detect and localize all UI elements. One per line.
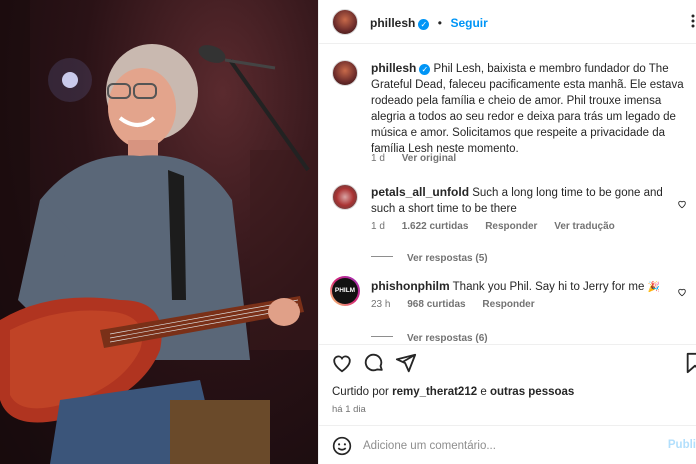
comment-likes[interactable]: 968 curtidas (407, 299, 465, 310)
post-age: há 1 dia (332, 404, 366, 415)
view-replies-label[interactable]: Ver respostas (5) (407, 253, 488, 264)
translate-button[interactable]: Ver tradução (554, 221, 615, 232)
comment-body: petals_all_unfold Such a long long time … (371, 184, 681, 217)
post-caption: phillesh ✓ Phil Lesh, baixista e membro f… (371, 60, 691, 157)
comment-body: phishonphilm Thank you Phil. Say hi to J… (371, 278, 681, 296)
bookmark-icon[interactable] (684, 352, 696, 374)
view-replies[interactable]: Ver respostas (5) (371, 248, 488, 266)
caption-text: Phil Lesh, baixista e membro fundador do… (371, 63, 684, 155)
more-icon[interactable] (690, 14, 696, 28)
replies-line (371, 256, 393, 258)
header-user: phillesh ✓ • Seguir (370, 14, 488, 32)
commenter-avatar[interactable] (332, 184, 358, 210)
see-original-button[interactable]: Ver original (402, 153, 456, 164)
comment-bar: Publi (319, 425, 696, 464)
comment-input[interactable] (363, 436, 653, 456)
commenter-avatar: PHILM (332, 278, 358, 304)
comment-meta: 23 h 968 curtidas Responder (371, 299, 549, 310)
author-avatar[interactable] (332, 9, 358, 35)
header-username[interactable]: phillesh (370, 16, 415, 30)
comment-likes[interactable]: 1.622 curtidas (402, 221, 469, 232)
comment-heart-icon[interactable] (677, 284, 687, 297)
reply-button[interactable]: Responder (482, 299, 534, 310)
post-panel: phillesh ✓ • Seguir phillesh ✓ Phil Lesh, … (319, 0, 696, 464)
publish-button[interactable]: Publi (668, 439, 696, 451)
comment-meta: 1 d 1.622 curtidas Responder Ver traduçã… (371, 221, 629, 232)
caption-username[interactable]: phillesh (371, 61, 416, 75)
emoji-icon[interactable] (332, 436, 352, 456)
comment-heart-icon[interactable] (677, 196, 687, 209)
caption-avatar[interactable] (332, 60, 358, 86)
replies-line (371, 336, 393, 338)
comment-age: 1 d (371, 221, 385, 232)
reply-button[interactable]: Responder (485, 221, 537, 232)
likes-middle: e (480, 386, 487, 398)
comment-username[interactable]: phishonphilm (371, 279, 450, 293)
commenter-avatar-ring[interactable]: PHILM (330, 276, 360, 306)
comment-icon[interactable] (363, 352, 385, 374)
share-icon[interactable] (395, 352, 417, 374)
caption-meta: 1 d Ver original (371, 153, 470, 164)
view-replies-label[interactable]: Ver respostas (6) (407, 333, 488, 344)
post-header: phillesh ✓ • Seguir (319, 0, 696, 44)
verified-icon: ✓ (419, 64, 431, 75)
follow-button[interactable]: Seguir (450, 16, 487, 30)
comment-username[interactable]: petals_all_unfold (371, 185, 469, 199)
likes-prefix: Curtido por (332, 386, 389, 398)
separator-dot: • (437, 16, 442, 30)
comment-text: Thank you Phil. Say hi to Jerry for me (452, 281, 645, 293)
likes-user[interactable]: remy_therat212 (392, 386, 477, 398)
verified-icon: ✓ (418, 19, 430, 30)
photo-illustration (0, 0, 318, 464)
likes-others[interactable]: outras pessoas (490, 386, 574, 398)
heart-icon[interactable] (331, 352, 353, 374)
party-icon: 🎉 (647, 282, 661, 293)
likes-summary: Curtido por remy_therat212 e outras pess… (332, 386, 574, 398)
caption-age: 1 d (371, 153, 385, 164)
post-photo (0, 0, 318, 464)
comment-age: 23 h (371, 299, 391, 310)
